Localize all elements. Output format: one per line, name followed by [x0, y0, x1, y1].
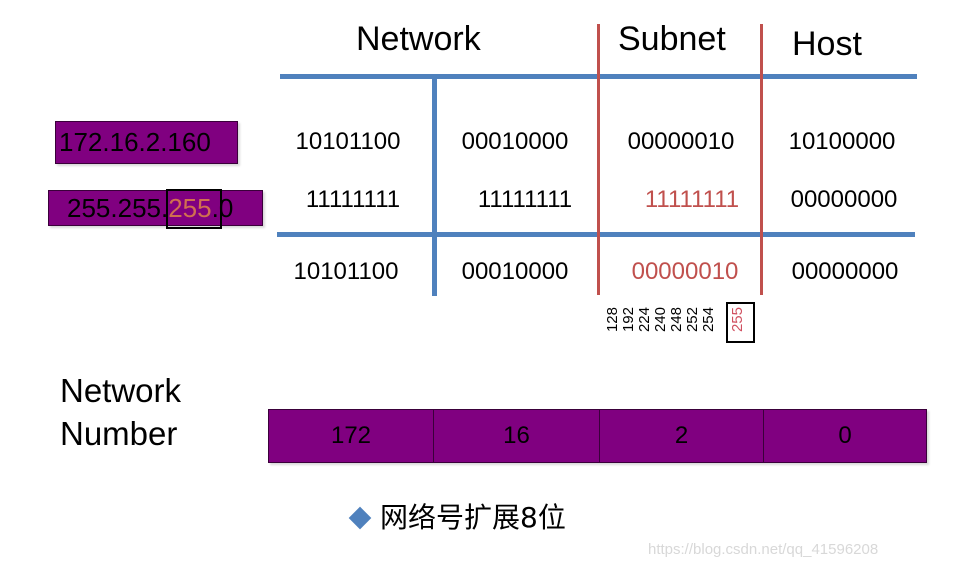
header-network: Network: [356, 20, 481, 58]
mask-value-128: 128: [604, 307, 621, 333]
address-bits-octet-3: 00000010: [627, 128, 735, 155]
header-host: Host: [792, 25, 862, 63]
network-number-octet-4: 0: [838, 422, 852, 449]
mask-value-252: 252: [684, 307, 701, 333]
mask-bits-octet-4: 00000000: [790, 186, 898, 213]
watermark: https://blog.csdn.net/qq_41596208: [648, 541, 879, 558]
mask-bits-octet-2: 11111111: [477, 186, 573, 213]
network-subnet-boundary: [597, 24, 600, 295]
subnet-mask-box: 255.255.255.0: [48, 190, 263, 226]
ip-address-box: 172.16.2.160: [55, 121, 238, 164]
address-bits-octet-1: 10101100: [295, 128, 401, 155]
caption-text: 网络号扩展8位: [380, 501, 566, 534]
result-bits-octet-4: 00000000: [791, 258, 899, 285]
network-number-bar: 172 16 2 0: [268, 409, 927, 463]
diamond-bullet-icon: [348, 506, 372, 530]
mask-value-224: 224: [636, 307, 653, 333]
address-bits-octet-4: 10100000: [788, 128, 896, 155]
result-bits-octet-3: 00000010: [631, 258, 739, 285]
mask-value-254: 254: [700, 307, 717, 333]
subnet-host-boundary: [760, 24, 763, 295]
network-number-label-line1: Network: [60, 372, 182, 409]
result-bits-octet-1: 10101100: [293, 258, 399, 285]
mask-value-highlight-frame: [726, 302, 755, 343]
mask-prefix: 255.255.: [67, 193, 169, 223]
network-number-octet-3: 2: [600, 410, 764, 462]
mask-highlight-frame: [166, 189, 222, 229]
mask-value-192: 192: [620, 307, 637, 333]
network-number-label-line2: Number: [60, 415, 178, 452]
mask-value-240: 240: [652, 307, 669, 333]
network-number-octet-1: 172: [269, 410, 434, 462]
ip-address-text: 172.16.2.160: [59, 127, 211, 157]
result-bits-octet-2: 00010000: [461, 258, 569, 285]
network-number-octet-2: 16: [434, 410, 600, 462]
middle-divider-line: [277, 232, 915, 237]
mask-value-248: 248: [668, 307, 685, 333]
mask-bits-octet-3: 11111111: [644, 186, 740, 213]
header-subnet: Subnet: [618, 20, 726, 58]
mask-bits-octet-1: 11111111: [305, 186, 401, 213]
address-bits-octet-2: 00010000: [461, 128, 569, 155]
